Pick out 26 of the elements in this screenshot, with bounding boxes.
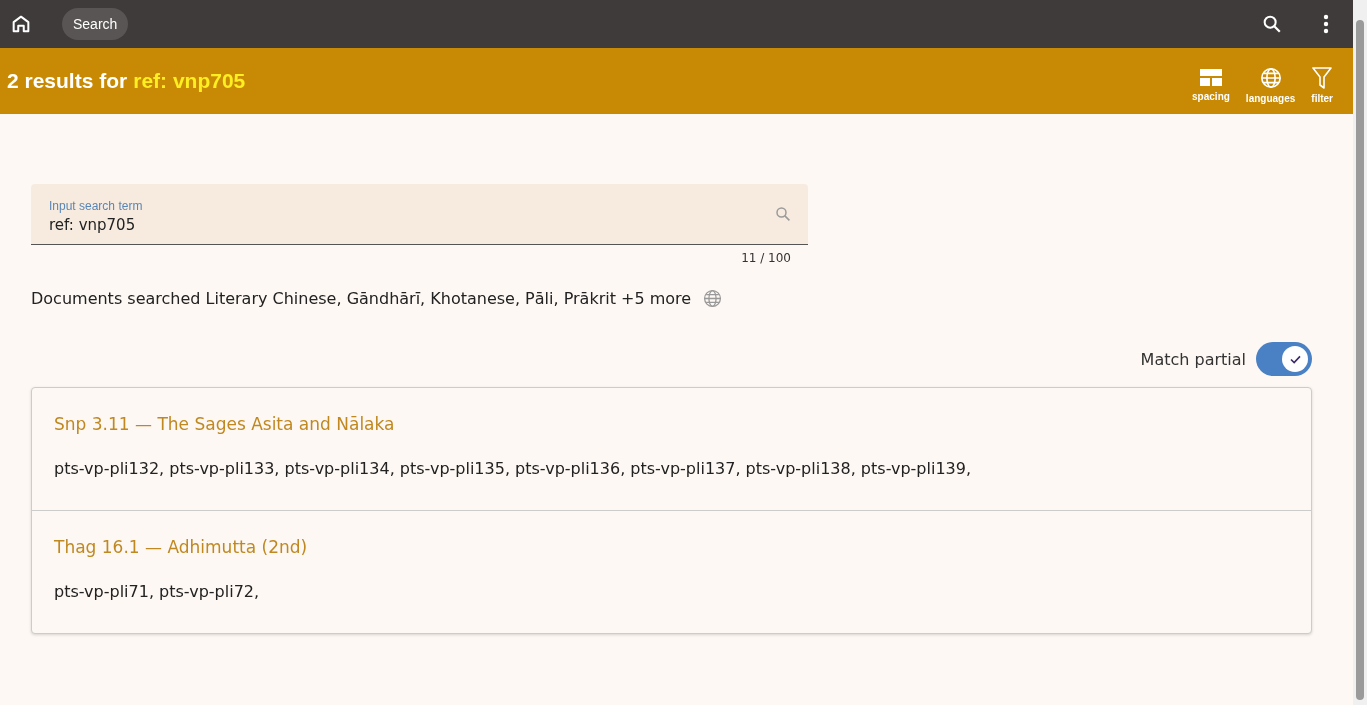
layout-icon (1199, 68, 1222, 87)
field-label: Input search term (49, 198, 144, 213)
result-references: pts-vp-pli132, pts-vp-pli133, pts-vp-pli134, pts-vp-pli135, pts-vp-pli136, pts-vp-pli137, pts-vp-pli138, pts-vp-pli139, (54, 459, 972, 478)
field-value: ref: vnp705 (49, 215, 137, 234)
search-icon[interactable] (1261, 13, 1283, 35)
result-link[interactable]: Thag 16.1 — Adhimutta (2nd) (54, 537, 308, 557)
results-title: 2 results for (7, 69, 128, 93)
character-counter: 11 / 100 (741, 251, 791, 265)
search-field[interactable]: Input search term ref: vnp705 (31, 184, 808, 245)
filter-button[interactable]: filter (1311, 58, 1333, 104)
scrollbar[interactable] (1353, 0, 1367, 705)
check-icon (1289, 354, 1301, 364)
documents-searched-text: Documents searched Literary Chinese, Gāndhārī, Khotanese, Pāli, Prākrit +5 more (31, 289, 692, 308)
globe-icon[interactable] (703, 289, 723, 308)
languages-button[interactable]: languages (1245, 58, 1296, 104)
home-icon[interactable] (10, 13, 32, 35)
result-references: pts-vp-pli71, pts-vp-pli72, (54, 582, 260, 601)
search-chip[interactable]: Search (62, 8, 129, 40)
match-partial-label: Match partial (1140, 349, 1246, 369)
globe-icon (1259, 66, 1282, 89)
search-query: ref: vnp705 (133, 69, 246, 93)
result-link[interactable]: Snp 3.11 — The Sages Asita and Nālaka (54, 414, 395, 434)
match-partial-toggle[interactable] (1256, 342, 1312, 376)
filter-icon (1312, 66, 1333, 89)
spacing-button[interactable]: spacing (1192, 60, 1230, 102)
more-menu-icon[interactable] (1323, 14, 1329, 34)
